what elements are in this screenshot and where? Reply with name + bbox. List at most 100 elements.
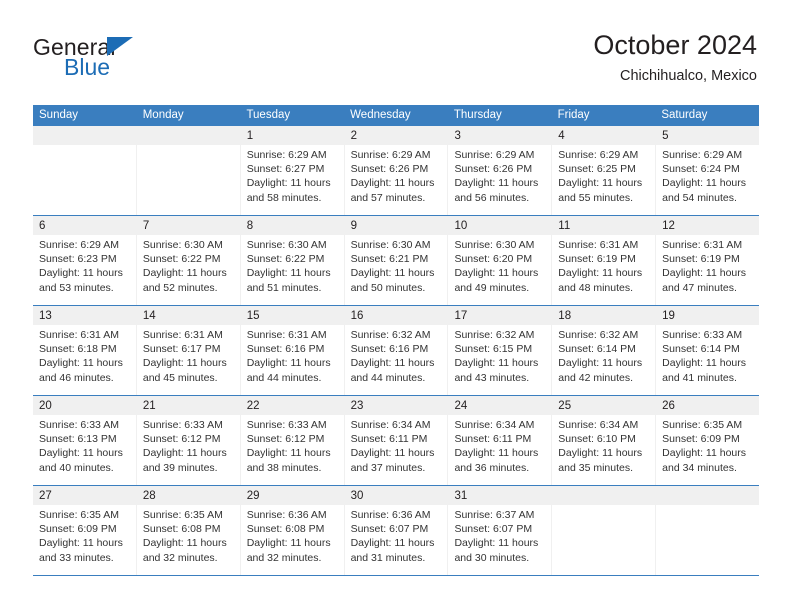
day-number-strip: 19 xyxy=(656,306,760,325)
day-cell-24[interactable]: 24 Sunrise: 6:34 AM Sunset: 6:11 PM Dayligh… xyxy=(448,396,553,485)
day-number-strip: 24 xyxy=(448,396,552,415)
day-cell-20[interactable]: 20 Sunrise: 6:33 AM Sunset: 6:13 PM Dayligh… xyxy=(33,396,137,485)
day-number-strip: 30 xyxy=(344,486,448,505)
daylight-text-line2: and 34 minutes. xyxy=(662,461,737,474)
day-cell-empty xyxy=(136,126,241,215)
day-cell-23[interactable]: 23 Sunrise: 6:34 AM Sunset: 6:11 PM Dayligh… xyxy=(344,396,449,485)
day-number-strip: 10 xyxy=(448,216,552,235)
day-number: 15 xyxy=(246,310,260,322)
daylight-text-line2: and 44 minutes. xyxy=(350,371,426,384)
day-details: Sunrise: 6:36 AM Sunset: 6:08 PM Daylight:… xyxy=(241,505,344,565)
day-number-strip: 27 xyxy=(33,486,136,505)
sunset-text: Sunset: 6:07 PM xyxy=(350,523,429,536)
day-cell-27[interactable]: 27 Sunrise: 6:35 AM Sunset: 6:09 PM Dayligh… xyxy=(33,486,137,575)
sunrise-text: Sunrise: 6:31 AM xyxy=(39,329,119,341)
day-cell-3[interactable]: 3 Sunrise: 6:29 AM Sunset: 6:26 PM Daylight… xyxy=(448,126,553,215)
day-cell-10[interactable]: 10 Sunrise: 6:30 AM Sunset: 6:20 PM Dayligh… xyxy=(448,216,553,305)
day-number: 5 xyxy=(662,130,669,142)
sunrise-text: Sunrise: 6:30 AM xyxy=(350,239,431,251)
sunrise-text: Sunrise: 6:33 AM xyxy=(662,329,743,341)
day-cell-12[interactable]: 12 Sunrise: 6:31 AM Sunset: 6:19 PM Dayligh… xyxy=(656,216,760,305)
daylight-text-line2: and 46 minutes. xyxy=(39,371,114,384)
day-cell-6[interactable]: 6 Sunrise: 6:29 AM Sunset: 6:23 PM Daylight… xyxy=(33,216,137,305)
daylight-text-line1: Daylight: 11 hours xyxy=(246,357,331,370)
day-number: 7 xyxy=(142,220,150,232)
sunrise-text: Sunrise: 6:32 AM xyxy=(350,329,431,341)
daylight-text-line2: and 50 minutes. xyxy=(350,281,426,294)
calendar-weeks: 1 Sunrise: 6:29 AM Sunset: 6:27 PM Daylight… xyxy=(33,126,760,576)
day-cell-17[interactable]: 17 Sunrise: 6:32 AM Sunset: 6:15 PM Dayligh… xyxy=(448,306,553,395)
sunset-text: Sunset: 6:24 PM xyxy=(662,163,740,176)
sunset-text: Sunset: 6:21 PM xyxy=(350,253,429,266)
day-cell-5[interactable]: 5 Sunrise: 6:29 AM Sunset: 6:24 PM Daylight… xyxy=(656,126,760,215)
day-details: Sunrise: 6:33 AM Sunset: 6:13 PM Daylight:… xyxy=(33,415,136,475)
sunrise-text: Sunrise: 6:34 AM xyxy=(350,419,431,431)
weekday-header-wednesday: Wednesday xyxy=(350,109,411,121)
daylight-text-line1: Daylight: 11 hours xyxy=(662,357,747,370)
sunset-text: Sunset: 6:12 PM xyxy=(246,433,325,446)
day-number: 9 xyxy=(350,220,357,232)
day-cell-18[interactable]: 18 Sunrise: 6:32 AM Sunset: 6:14 PM Dayligh… xyxy=(552,306,657,395)
calendar-page: General Blue October 2024 Chichihualco, … xyxy=(0,0,792,612)
day-cell-13[interactable]: 13 Sunrise: 6:31 AM Sunset: 6:18 PM Dayligh… xyxy=(33,306,137,395)
sunrise-text: Sunrise: 6:29 AM xyxy=(39,239,119,251)
day-cell-19[interactable]: 19 Sunrise: 6:33 AM Sunset: 6:14 PM Dayligh… xyxy=(656,306,760,395)
day-cell-4[interactable]: 4 Sunrise: 6:29 AM Sunset: 6:25 PM Daylight… xyxy=(552,126,657,215)
day-number: 1 xyxy=(246,130,254,142)
day-cell-25[interactable]: 25 Sunrise: 6:34 AM Sunset: 6:10 PM Dayligh… xyxy=(552,396,657,485)
day-details: Sunrise: 6:29 AM Sunset: 6:26 PM Daylight:… xyxy=(345,145,448,205)
day-cell-11[interactable]: 11 Sunrise: 6:31 AM Sunset: 6:19 PM Dayligh… xyxy=(552,216,657,305)
daylight-text-line1: Daylight: 11 hours xyxy=(350,357,435,370)
day-number: 19 xyxy=(662,310,675,322)
sunrise-text: Sunrise: 6:34 AM xyxy=(558,419,639,431)
day-cell-30[interactable]: 30 Sunrise: 6:36 AM Sunset: 6:07 PM Dayligh… xyxy=(344,486,449,575)
daylight-text-line1: Daylight: 11 hours xyxy=(246,447,331,460)
sunset-text: Sunset: 6:11 PM xyxy=(350,433,428,446)
day-number-strip: 29 xyxy=(240,486,344,505)
daylight-text-line1: Daylight: 11 hours xyxy=(558,357,643,370)
daylight-text-line2: and 35 minutes. xyxy=(558,461,634,474)
day-details: Sunrise: 6:35 AM Sunset: 6:09 PM Daylight:… xyxy=(33,505,136,565)
daylight-text-line2: and 40 minutes. xyxy=(39,461,114,474)
day-details: Sunrise: 6:35 AM Sunset: 6:09 PM Daylight:… xyxy=(656,415,759,475)
day-details: Sunrise: 6:29 AM Sunset: 6:25 PM Daylight:… xyxy=(552,145,655,205)
sunset-text: Sunset: 6:08 PM xyxy=(246,523,325,536)
daylight-text-line1: Daylight: 11 hours xyxy=(350,177,435,190)
day-cell-26[interactable]: 26 Sunrise: 6:35 AM Sunset: 6:09 PM Dayligh… xyxy=(656,396,760,485)
daylight-text-line1: Daylight: 11 hours xyxy=(39,537,123,550)
day-number: 31 xyxy=(454,490,468,502)
day-cell-2[interactable]: 2 Sunrise: 6:29 AM Sunset: 6:26 PM Daylight… xyxy=(344,126,449,215)
day-number-strip: 3 xyxy=(448,126,552,145)
day-cell-28[interactable]: 28 Sunrise: 6:35 AM Sunset: 6:08 PM Dayligh… xyxy=(136,486,241,575)
daylight-text-line2: and 58 minutes. xyxy=(246,191,322,204)
daylight-text-line2: and 38 minutes. xyxy=(246,461,322,474)
daylight-text-line1: Daylight: 11 hours xyxy=(350,537,435,550)
day-number: 11 xyxy=(558,220,571,232)
sunrise-text: Sunrise: 6:29 AM xyxy=(662,149,743,161)
day-number-strip: 1 xyxy=(240,126,344,145)
day-number-strip: 15 xyxy=(240,306,344,325)
daylight-text-line2: and 54 minutes. xyxy=(662,191,737,204)
day-cell-31[interactable]: 31 Sunrise: 6:37 AM Sunset: 6:07 PM Dayligh… xyxy=(448,486,553,575)
day-cell-16[interactable]: 16 Sunrise: 6:32 AM Sunset: 6:16 PM Dayligh… xyxy=(344,306,449,395)
page-subtitle: Chichihualco, Mexico xyxy=(619,68,757,84)
day-cell-14[interactable]: 14 Sunrise: 6:31 AM Sunset: 6:17 PM Dayligh… xyxy=(136,306,241,395)
day-cell-21[interactable]: 21 Sunrise: 6:33 AM Sunset: 6:12 PM Dayligh… xyxy=(136,396,241,485)
day-number: 12 xyxy=(662,220,675,232)
day-cell-1[interactable]: 1 Sunrise: 6:29 AM Sunset: 6:27 PM Daylight… xyxy=(240,126,345,215)
day-cell-29[interactable]: 29 Sunrise: 6:36 AM Sunset: 6:08 PM Dayligh… xyxy=(240,486,345,575)
day-cell-15[interactable]: 15 Sunrise: 6:31 AM Sunset: 6:16 PM Dayligh… xyxy=(240,306,345,395)
day-cell-7[interactable]: 7 Sunrise: 6:30 AM Sunset: 6:22 PM Daylight… xyxy=(136,216,241,305)
daylight-text-line2: and 48 minutes. xyxy=(558,281,634,294)
day-cell-9[interactable]: 9 Sunrise: 6:30 AM Sunset: 6:21 PM Daylight… xyxy=(344,216,449,305)
sunrise-text: Sunrise: 6:33 AM xyxy=(39,419,119,431)
day-details: Sunrise: 6:36 AM Sunset: 6:07 PM Daylight:… xyxy=(345,505,448,565)
day-number-strip: 2 xyxy=(344,126,448,145)
daylight-text-line2: and 45 minutes. xyxy=(142,371,218,384)
daylight-text-line1: Daylight: 11 hours xyxy=(454,177,539,190)
daylight-text-line2: and 49 minutes. xyxy=(454,281,530,294)
day-details: Sunrise: 6:31 AM Sunset: 6:16 PM Daylight:… xyxy=(241,325,344,385)
general-blue-logo[interactable]: General Blue xyxy=(33,34,293,94)
day-cell-22[interactable]: 22 Sunrise: 6:33 AM Sunset: 6:12 PM Dayligh… xyxy=(240,396,345,485)
day-cell-8[interactable]: 8 Sunrise: 6:30 AM Sunset: 6:22 PM Daylight… xyxy=(240,216,345,305)
